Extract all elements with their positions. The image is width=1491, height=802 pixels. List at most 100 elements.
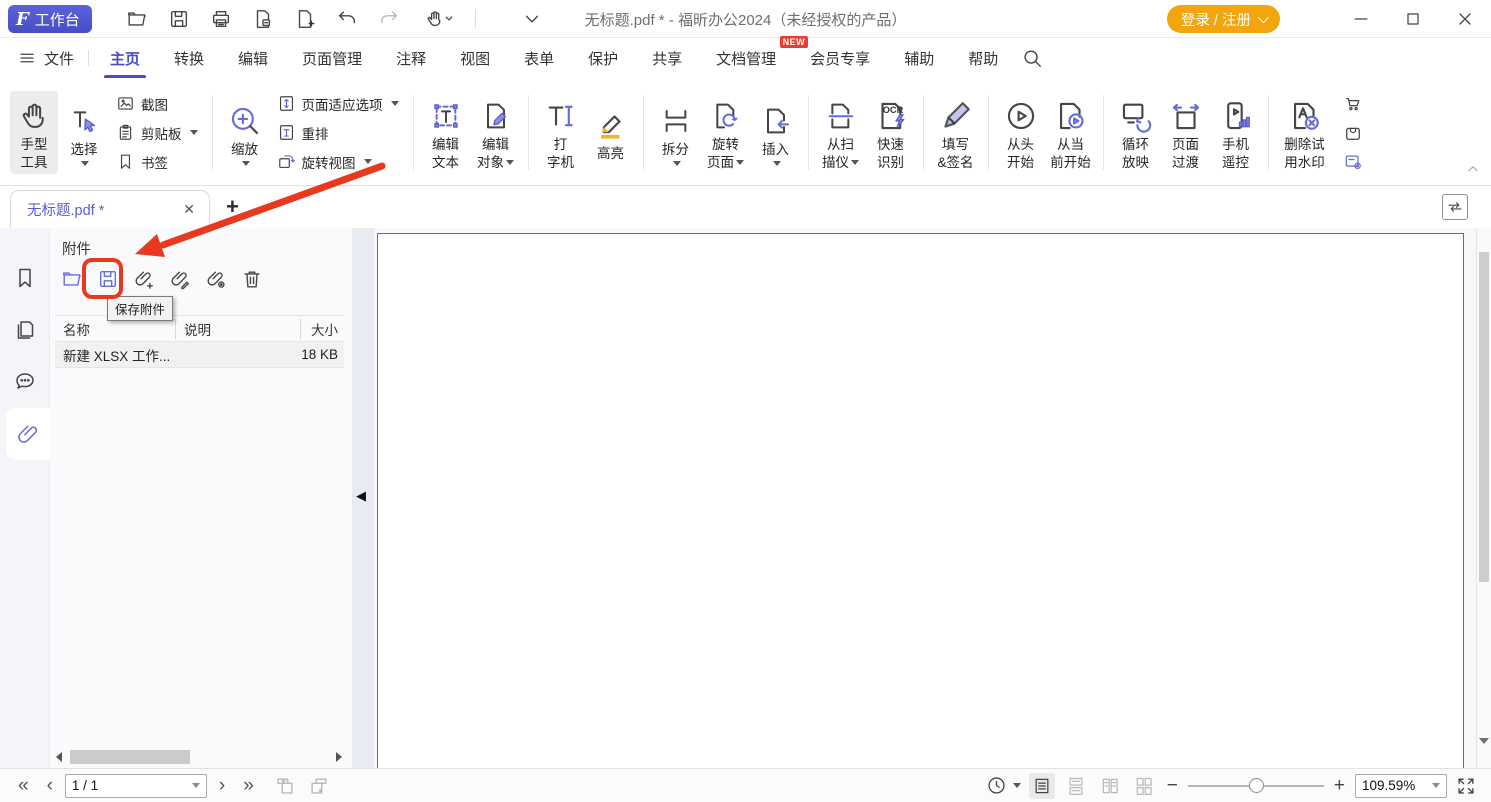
menu-tab-form[interactable]: 表单	[507, 39, 571, 78]
single-page-view-button[interactable]	[1029, 773, 1055, 799]
menu-tab-view[interactable]: 视图	[443, 39, 507, 78]
shop-bag-button[interactable]	[1343, 123, 1363, 143]
menu-file[interactable]: 文件	[18, 48, 88, 69]
maximize-button[interactable]	[1387, 0, 1439, 38]
rotate-view-button[interactable]: 旋转视图	[271, 149, 405, 175]
split-button[interactable]: 拆分	[652, 96, 700, 170]
horizontal-scroll-thumb[interactable]	[70, 750, 190, 764]
comments-panel-button[interactable]	[0, 356, 50, 408]
swap-panel-button[interactable]	[1442, 194, 1468, 220]
menu-tab-accessibility[interactable]: 辅助	[887, 39, 951, 78]
workspace-button[interactable]: F 工作台	[8, 5, 92, 33]
select-button[interactable]: 选择	[60, 96, 108, 170]
save-file-button[interactable]	[167, 7, 191, 31]
attachment-row[interactable]: 新建 XLSX 工作... 18 KB	[55, 342, 344, 368]
ribbon-search-button[interactable]	[1021, 47, 1043, 69]
menu-tab-home[interactable]: 主页	[93, 39, 157, 78]
reading-history-button[interactable]	[986, 775, 1021, 796]
pdf-page[interactable]	[377, 233, 1464, 793]
zoom-out-button[interactable]: −	[1165, 776, 1180, 795]
duplicate-page-button[interactable]	[251, 7, 275, 31]
phone-remote-button[interactable]: 手机 遥控	[1212, 91, 1260, 175]
typewriter-button[interactable]: 打 字机	[537, 91, 585, 175]
clipboard-button[interactable]: 剪贴板	[110, 120, 204, 146]
menu-tab-convert[interactable]: 转换	[157, 39, 221, 78]
two-page-continuous-button[interactable]	[1131, 773, 1157, 799]
zoom-in-button[interactable]: +	[1332, 776, 1347, 795]
collapse-ribbon-button[interactable]	[1465, 161, 1481, 177]
pages-panel-button[interactable]	[0, 304, 50, 356]
play-from-beginning-button[interactable]: 从头 开始	[997, 91, 1045, 175]
panel-resize-divider[interactable]: ◀	[352, 228, 374, 768]
scroll-down-arrow[interactable]	[1479, 744, 1489, 762]
store-cart-button[interactable]	[1343, 94, 1363, 114]
play-from-current-button[interactable]: 从当 前开始	[1047, 91, 1095, 175]
new-page-button[interactable]	[293, 7, 317, 31]
reflow-button[interactable]: 重排	[271, 120, 405, 146]
customize-toolbar-button[interactable]	[520, 7, 544, 31]
page-number-combobox[interactable]: 1 / 1	[65, 774, 207, 798]
next-page-button[interactable]: ›	[213, 776, 231, 795]
menu-tab-page-management[interactable]: 页面管理	[285, 39, 379, 78]
menu-tab-comment[interactable]: 注释	[379, 39, 443, 78]
scroll-left-arrow[interactable]	[50, 748, 68, 766]
loop-play-button[interactable]: 循环 放映	[1112, 91, 1160, 175]
menu-tab-member[interactable]: 会员专享	[793, 39, 887, 78]
fill-sign-button[interactable]: 填写 &签名	[932, 91, 980, 175]
save-attachment-button[interactable]	[96, 267, 120, 291]
insert-button[interactable]: 插入	[752, 96, 800, 170]
menu-tab-help[interactable]: 帮助	[951, 39, 1015, 78]
bookmark-button[interactable]: 书签	[110, 149, 204, 175]
zoom-slider[interactable]	[1188, 774, 1324, 798]
attachment-settings-button[interactable]	[204, 267, 228, 291]
close-tab-icon[interactable]: ✕	[179, 199, 199, 220]
menu-tab-doc-management[interactable]: 文档管理 NEW	[699, 39, 793, 78]
panel-horizontal-scrollbar[interactable]	[50, 748, 352, 766]
new-tab-button[interactable]: +	[226, 196, 239, 218]
minimize-button[interactable]	[1335, 0, 1387, 38]
delete-attachment-button[interactable]	[240, 267, 264, 291]
zoom-slider-handle[interactable]	[1249, 778, 1264, 793]
edit-text-button[interactable]: 编辑 文本	[422, 91, 470, 175]
zoom-button[interactable]: 缩放	[221, 96, 269, 170]
undo-button[interactable]	[335, 7, 359, 31]
bookmarks-panel-button[interactable]	[0, 252, 50, 304]
collapse-panel-button[interactable]: ◀	[356, 488, 366, 504]
highlight-button[interactable]: 高亮	[587, 100, 635, 166]
redo-button[interactable]	[377, 7, 401, 31]
share-settings-button[interactable]	[1343, 152, 1363, 172]
vertical-scroll-thumb[interactable]	[1479, 252, 1489, 582]
add-attachment-button[interactable]	[132, 267, 156, 291]
menu-tab-share[interactable]: 共享	[635, 39, 699, 78]
quick-ocr-button[interactable]: OCR 快速 识别	[867, 91, 915, 175]
fullscreen-icon[interactable]	[1455, 775, 1477, 797]
open-attachment-button[interactable]	[60, 267, 84, 291]
next-view-icon[interactable]	[308, 775, 330, 797]
scroll-right-arrow[interactable]	[330, 748, 348, 766]
two-page-view-button[interactable]	[1097, 773, 1123, 799]
last-page-button[interactable]: »	[237, 776, 260, 795]
column-header-name[interactable]: 名称	[55, 319, 175, 339]
column-header-size[interactable]: 大小	[300, 319, 344, 339]
screenshot-button[interactable]: 截图	[110, 91, 204, 117]
continuous-view-button[interactable]	[1063, 773, 1089, 799]
hand-tool-button[interactable]: 手型 工具	[10, 91, 58, 175]
remove-trial-watermark-button[interactable]: 删除试 用水印	[1277, 91, 1333, 175]
page-transition-button[interactable]: 页面 过渡	[1162, 91, 1210, 175]
login-register-button[interactable]: 登录 / 注册	[1167, 5, 1280, 33]
document-vertical-scrollbar[interactable]	[1476, 228, 1491, 768]
attachments-panel-button[interactable]	[6, 408, 50, 460]
edit-attachment-description-button[interactable]	[168, 267, 192, 291]
rotate-page-button[interactable]: 旋转 页面	[702, 91, 750, 175]
document-tab-active[interactable]: 无标题.pdf * ✕	[10, 190, 210, 228]
menu-tab-protect[interactable]: 保护	[571, 39, 635, 78]
fit-options-button[interactable]: 页面适应选项	[271, 91, 405, 117]
column-header-description[interactable]: 说明	[175, 319, 300, 339]
close-button[interactable]	[1439, 0, 1491, 38]
open-file-button[interactable]	[125, 7, 149, 31]
menu-tab-edit[interactable]: 编辑	[221, 39, 285, 78]
previous-view-icon[interactable]	[274, 775, 296, 797]
print-button[interactable]	[209, 7, 233, 31]
edit-object-button[interactable]: 编辑 对象	[472, 91, 520, 175]
previous-page-button[interactable]: ‹	[41, 776, 59, 795]
